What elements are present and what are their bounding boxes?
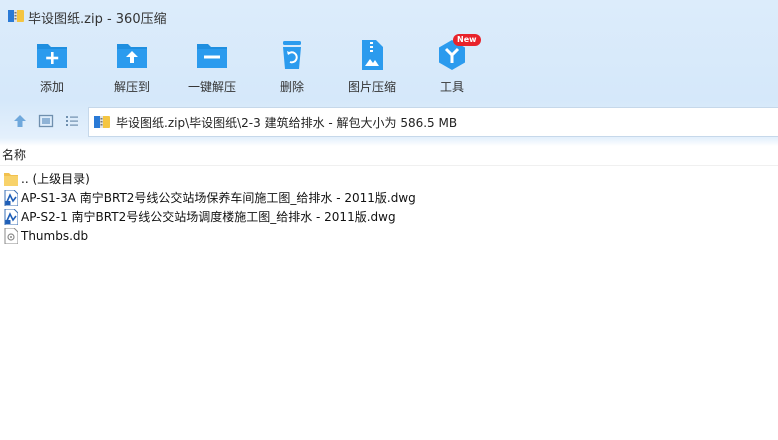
thumbnail-view-icon[interactable] (38, 113, 54, 129)
file-name: Thumbs.db (21, 228, 89, 243)
app-window: 毕设图纸.zip - 360压缩 添加 解压到 一键解压 删除 图片压缩 New… (0, 0, 778, 440)
tools-icon-wrap: New (435, 34, 481, 72)
one-click-extract-icon (197, 44, 227, 68)
address-path: 毕设图纸.zip\毕设图纸\2-3 建筑给排水 - 解包大小为 586.5 MB (116, 115, 458, 130)
window-title: 毕设图纸.zip - 360压缩 (28, 12, 167, 27)
add-label: 添加 (39, 80, 64, 94)
archive-icon (8, 10, 24, 22)
file-name: AP-S2-1 南宁BRT2号线公交站场调度楼施工图_给排水 - 2011版.d… (21, 210, 396, 224)
dwg-file-icon (4, 189, 18, 206)
file-name: AP-S1-3A 南宁BRT2号线公交站场保养车间施工图_给排水 - 2011版… (21, 191, 416, 205)
title-bar: 毕设图纸.zip - 360压缩 (0, 0, 778, 32)
image-compress-icon (362, 40, 383, 70)
dwg-file-icon (4, 208, 18, 225)
file-name: .. (上级目录) (21, 172, 90, 186)
list-item[interactable]: Thumbs.db (0, 226, 778, 245)
add-icon (37, 44, 67, 68)
file-list: .. (上级目录) AP-S1-3A 南宁BRT2号线公交站场保养车间施工图_给… (0, 169, 778, 245)
folder-icon (4, 172, 18, 186)
address-bar[interactable]: 毕设图纸.zip\毕设图纸\2-3 建筑给排水 - 解包大小为 586.5 MB (88, 107, 778, 137)
image-compress-label: 图片压缩 (347, 80, 396, 94)
delete-icon (283, 41, 301, 69)
one-click-extract-button[interactable]: 一键解压 (172, 36, 252, 96)
archive-icon (94, 116, 110, 128)
extract-to-icon (117, 44, 147, 68)
extract-to-button[interactable]: 解压到 (92, 36, 172, 96)
navigation-bar: 毕设图纸.zip\毕设图纸\2-3 建筑给排水 - 解包大小为 586.5 MB (0, 104, 778, 138)
toolbar: 添加 解压到 一键解压 删除 图片压缩 New 工具 (0, 34, 778, 98)
list-item[interactable]: AP-S1-3A 南宁BRT2号线公交站场保养车间施工图_给排水 - 2011版… (0, 188, 778, 207)
delete-label: 删除 (279, 80, 304, 94)
list-item-parent-directory[interactable]: .. (上级目录) (0, 169, 778, 188)
up-arrow-icon[interactable] (12, 113, 28, 129)
delete-button[interactable]: 删除 (252, 36, 332, 96)
image-compress-button[interactable]: 图片压缩 (332, 36, 412, 96)
column-header-name[interactable]: 名称 (0, 146, 778, 166)
list-item[interactable]: AP-S2-1 南宁BRT2号线公交站场调度楼施工图_给排水 - 2011版.d… (0, 207, 778, 226)
list-view-icon[interactable] (64, 113, 80, 129)
add-button[interactable]: 添加 (12, 36, 92, 96)
one-click-extract-label: 一键解压 (187, 80, 236, 94)
tools-label: 工具 (439, 80, 464, 94)
new-badge: New (453, 34, 481, 46)
tools-button[interactable]: New 工具 (412, 34, 492, 96)
db-file-icon (4, 227, 18, 244)
extract-to-label: 解压到 (113, 80, 150, 94)
